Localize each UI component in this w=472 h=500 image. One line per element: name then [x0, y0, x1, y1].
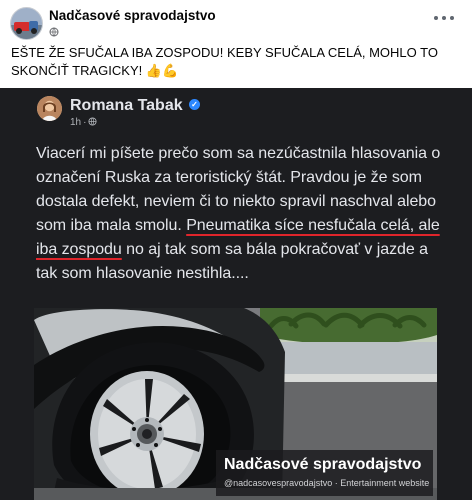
- globe-small-icon: [88, 117, 98, 126]
- author-avatar: [37, 96, 62, 121]
- embedded-post-text: Viacerí mi píšete prečo som sa nezúčastn…: [36, 142, 450, 286]
- post-image[interactable]: Romana Tabak ✓ 1h · Viacerí mi píšete pre…: [0, 88, 472, 500]
- globe-icon[interactable]: [49, 27, 59, 37]
- page-avatar[interactable]: [10, 7, 43, 40]
- watermark-subtitle: @nadcasovespravodajstvo · Entertainment …: [224, 478, 430, 488]
- post-time-text: 1h: [70, 117, 82, 128]
- time-separator: ·: [83, 117, 87, 128]
- post-caption-emojis: 👍💪: [145, 63, 179, 78]
- verified-icon: ✓: [189, 99, 200, 110]
- page-name[interactable]: Nadčasové spravodajstvo: [49, 8, 216, 23]
- page-avatar-image: [11, 8, 42, 39]
- watermark: Nadčasové spravodajstvo @nadcasovespravo…: [216, 450, 433, 496]
- author-avatar-image: [37, 96, 62, 121]
- post-time: 1h ·: [70, 117, 98, 128]
- post-caption-text: EŠTE ŽE SFUČALA IBA ZOSPODU! KEBY SFUČAL…: [11, 45, 438, 78]
- post-caption: EŠTE ŽE SFUČALA IBA ZOSPODU! KEBY SFUČAL…: [11, 44, 461, 80]
- post-header: Nadčasové spravodajstvo: [0, 0, 472, 44]
- watermark-title: Nadčasové spravodajstvo: [224, 456, 422, 473]
- more-options-icon[interactable]: [434, 14, 454, 22]
- author-name: Romana Tabak: [70, 97, 183, 114]
